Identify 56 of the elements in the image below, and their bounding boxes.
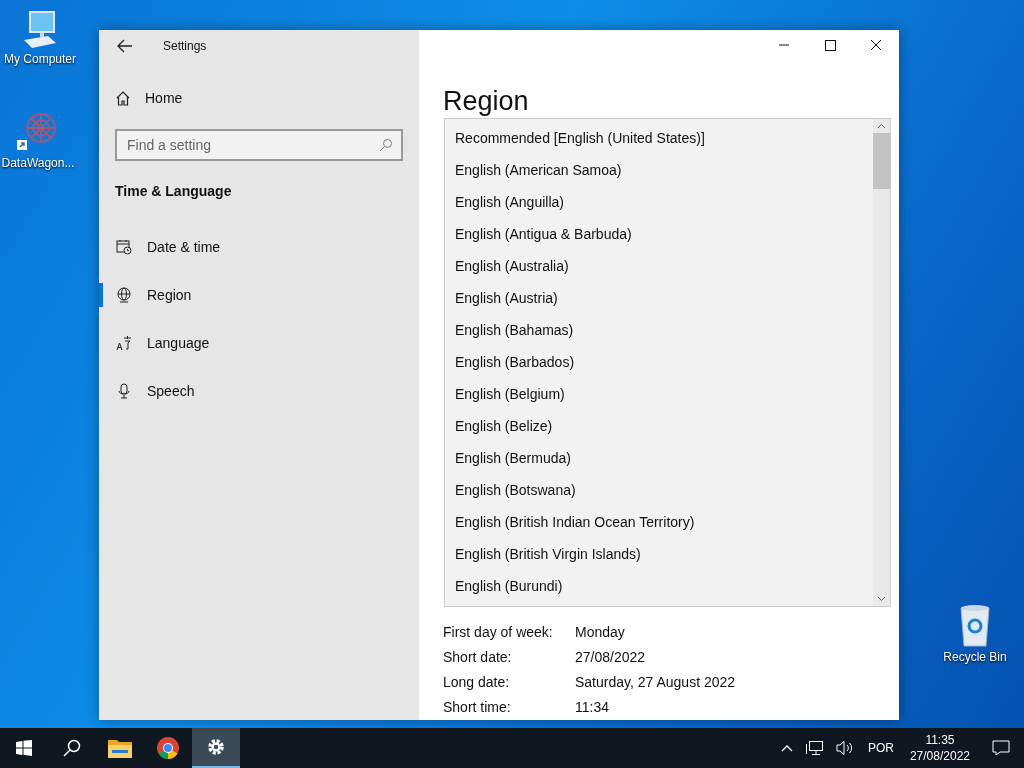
region-option[interactable]: English (Anguilla) — [445, 186, 873, 218]
nav-item[interactable]: Speech — [99, 367, 403, 415]
window-title: Settings — [163, 39, 207, 53]
back-arrow-icon[interactable] — [117, 39, 133, 53]
format-label: First day of week: — [443, 623, 554, 640]
globe-icon — [116, 287, 132, 303]
region-option[interactable]: English (American Samoa) — [445, 154, 873, 186]
format-label: Long date: — [443, 673, 511, 690]
region-option[interactable]: English (Botswana) — [445, 474, 873, 506]
scrollbar[interactable] — [873, 119, 890, 606]
format-value: 11:34 — [575, 698, 609, 715]
region-option[interactable]: English (Bahamas) — [445, 314, 873, 346]
region-option[interactable]: English (Barbados) — [445, 346, 873, 378]
desktop-icon-label[interactable]: My Computer — [4, 52, 76, 66]
language-icon — [116, 335, 132, 351]
region-option[interactable]: Recommended [English (United States)] — [445, 122, 873, 154]
input-language[interactable]: POR — [867, 741, 894, 755]
folder-icon — [108, 738, 132, 758]
gear-icon — [206, 737, 226, 757]
desktop-icon-label[interactable]: Recycle Bin — [943, 650, 1007, 664]
region-option[interactable]: English (Australia) — [445, 250, 873, 282]
region-option[interactable]: English (Bermuda) — [445, 442, 873, 474]
search-icon — [63, 739, 81, 757]
search-icon — [379, 138, 393, 152]
nav-item[interactable]: Language — [99, 319, 403, 367]
notification-icon[interactable] — [992, 740, 1010, 756]
format-label: Short date: — [443, 648, 513, 665]
region-option[interactable]: English (Antigua & Barbuda) — [445, 218, 873, 250]
browser-icon — [156, 736, 180, 760]
region-option[interactable]: English (Belgium) — [445, 378, 873, 410]
microphone-icon — [116, 383, 132, 399]
home-link[interactable]: Home — [115, 87, 403, 109]
nav-item[interactable]: Region — [99, 271, 403, 319]
scrollbar-thumb[interactable] — [873, 133, 890, 189]
format-value: Monday — [575, 623, 625, 640]
format-label: Short time: — [443, 698, 512, 715]
network-icon[interactable] — [805, 740, 824, 756]
calendar-clock-icon — [116, 239, 132, 255]
desktop-icon-label[interactable]: DataWagon... — [1, 156, 75, 170]
windows-logo-icon — [16, 740, 32, 756]
page-heading: Region — [443, 86, 530, 117]
taskbar-app-button[interactable] — [192, 728, 240, 768]
home-icon — [115, 90, 131, 106]
clock[interactable]: 11:35 27/08/2022 — [909, 732, 970, 764]
search-field[interactable]: Find a setting — [115, 129, 403, 161]
speaker-icon[interactable] — [835, 740, 854, 756]
region-option[interactable]: English (British Indian Ocean Territory) — [445, 506, 873, 538]
format-value: Saturday, 27 August 2022 — [575, 673, 736, 690]
region-option[interactable]: English (Burundi) — [445, 570, 873, 602]
region-option[interactable]: English (Austria) — [445, 282, 873, 314]
format-value: 27/08/2022 — [575, 648, 646, 665]
nav-item[interactable]: Date & time — [99, 223, 403, 271]
region-option[interactable]: English (Belize) — [445, 410, 873, 442]
section-title: Time & Language — [115, 183, 233, 199]
chevron-up-icon[interactable] — [779, 743, 794, 753]
region-option[interactable]: English (British Virgin Islands) — [445, 538, 873, 570]
